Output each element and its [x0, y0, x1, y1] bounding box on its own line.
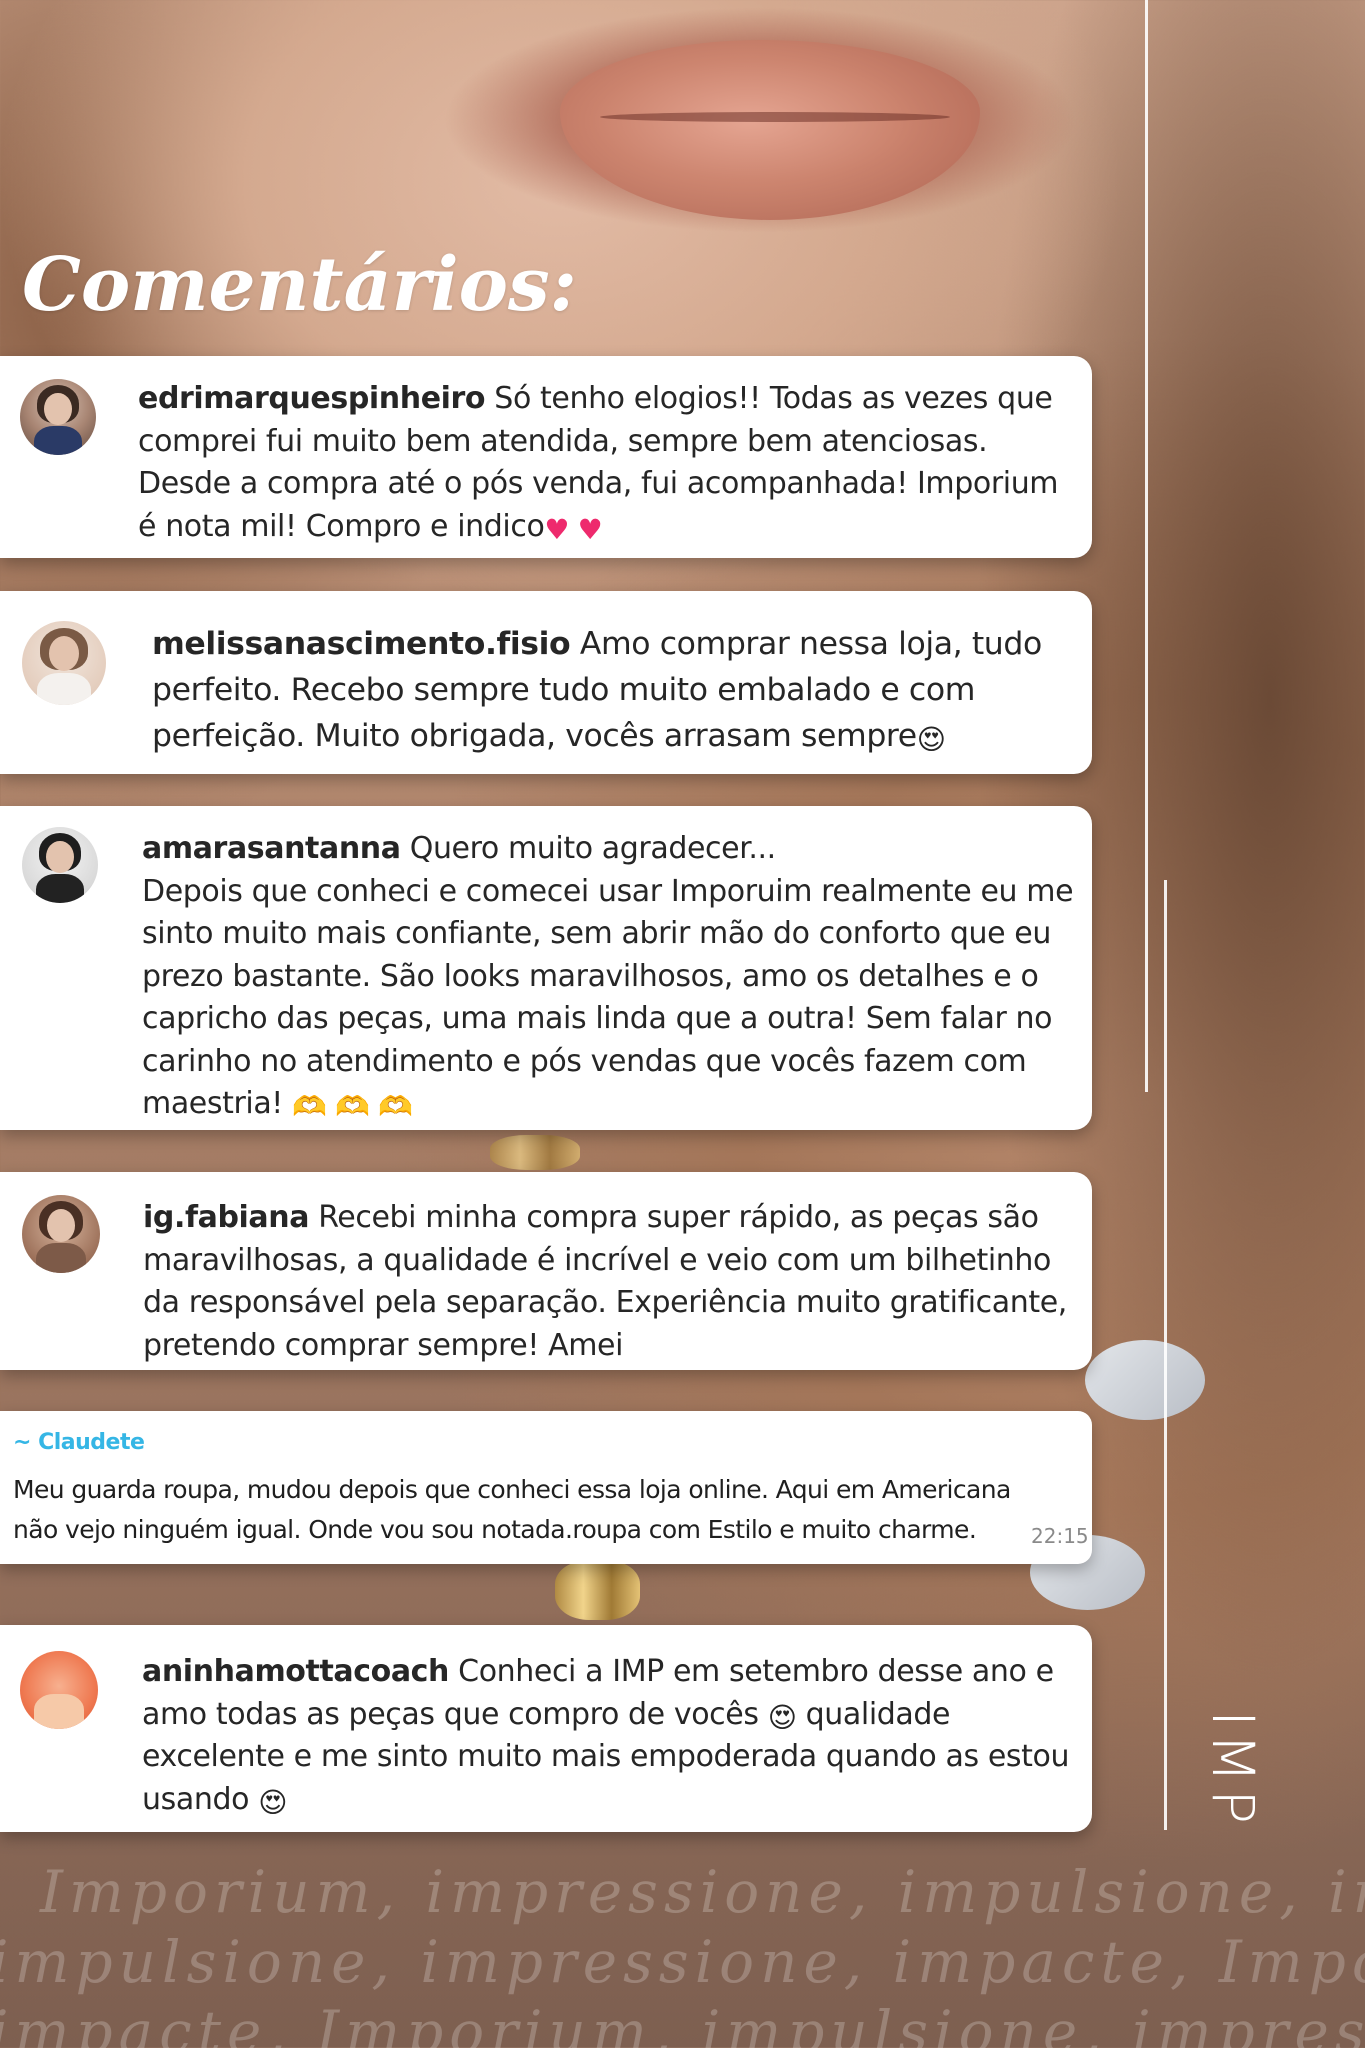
avatar [20, 1651, 98, 1729]
background-ring [555, 1560, 640, 1620]
avatar [22, 827, 98, 903]
heart-icon: ♥ ♥ [544, 512, 603, 546]
decorative-line-top [1145, 0, 1148, 1092]
comment-text: aninhamottacoach Conheci a IMP em setemb… [142, 1654, 1070, 1819]
background-nail [1085, 1340, 1205, 1420]
comment-username[interactable]: amarasantanna [142, 831, 401, 866]
background-ring-2 [490, 1135, 580, 1170]
heart-eyes-emoji-icon: 😍 [258, 1785, 287, 1819]
comment-text: amarasantanna Quero muito agradecer... D… [142, 831, 1074, 1123]
comment-username[interactable]: edrimarquespinheiro [138, 381, 486, 416]
message-sender: ~ Claudete [13, 1430, 145, 1455]
avatar [20, 379, 96, 455]
heart-eyes-emoji-icon: 😍 [767, 1700, 797, 1734]
comment-username[interactable]: aninhamottacoach [142, 1654, 449, 1689]
brand-logo: IMP [1199, 1709, 1267, 1831]
message-text: Meu guarda roupa, mudou depois que conhe… [13, 1475, 1011, 1544]
comment-username[interactable]: melissanascimento.fisio [152, 626, 571, 662]
page-title: Comentários: [22, 242, 577, 328]
watermark-line: impulsione, impressione, impacte, Impori… [0, 1928, 1365, 1996]
avatar [22, 1195, 100, 1273]
watermark-line: impacte, Imporium, impulsione, impressio… [0, 1998, 1365, 2048]
comment-text: ig.fabiana Recebi minha compra super ráp… [143, 1200, 1067, 1363]
decorative-line-bottom [1164, 880, 1167, 1830]
heart-eyes-emoji-icon: 😍 [916, 723, 946, 756]
comment-username[interactable]: ig.fabiana [143, 1200, 309, 1235]
watermark-line: Imporium, impressione, impulsione, impac… [40, 1858, 1365, 1926]
comment-text: edrimarquespinheiro Só tenho elogios!! T… [138, 381, 1059, 546]
background-lips [560, 40, 980, 220]
background-lips-line [600, 112, 950, 122]
heart-hands-emoji-icon: 🫶 🫶 🫶 [292, 1090, 413, 1123]
comment-text: melissanascimento.fisio Amo comprar ness… [152, 626, 1042, 756]
message-timestamp: 22:15 [1031, 1524, 1089, 1548]
avatar [22, 621, 106, 705]
